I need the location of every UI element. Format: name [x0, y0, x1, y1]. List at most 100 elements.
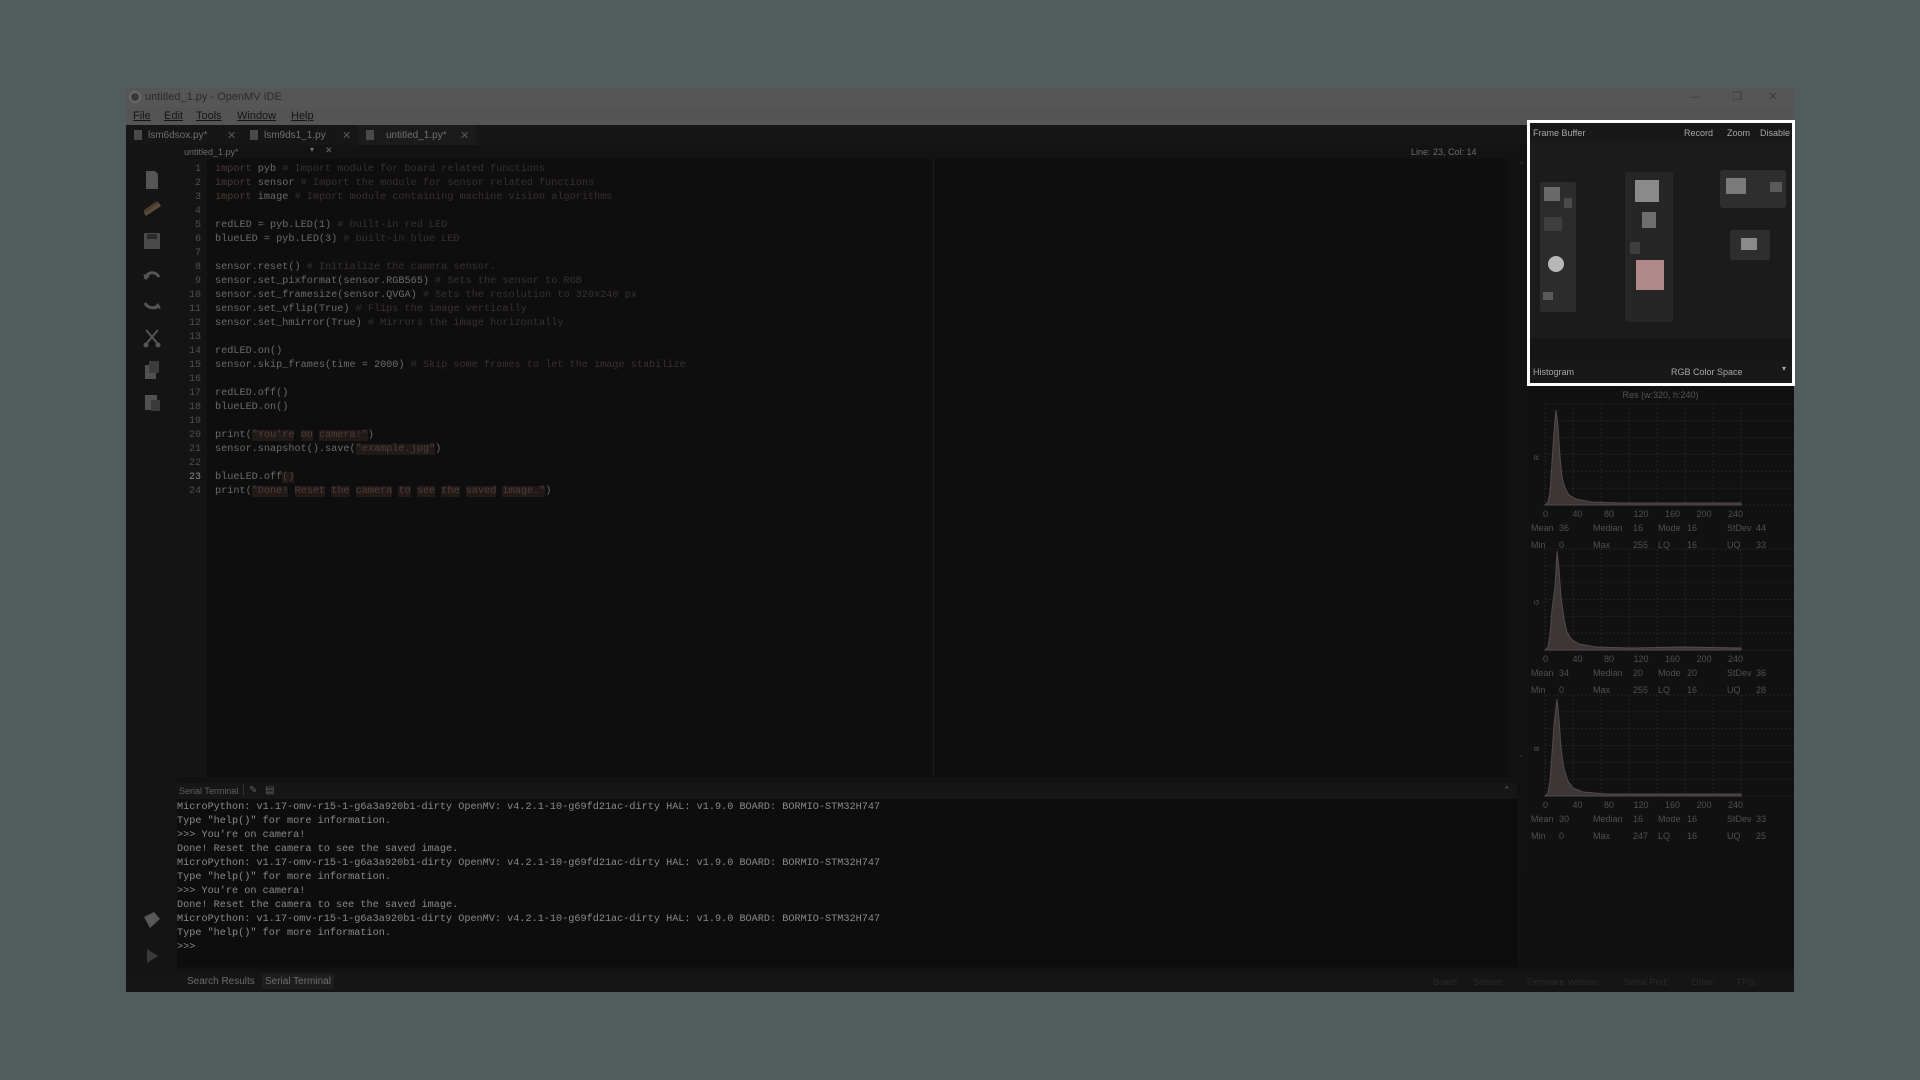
stat-label: Min	[1531, 831, 1546, 841]
code-line: redLED.off()	[215, 387, 288, 401]
stat-label: Mean	[1531, 814, 1554, 824]
cut-icon[interactable]	[142, 327, 162, 349]
line-number: 16	[188, 374, 201, 385]
code-line: redLED = pyb.LED(1) # built-in red LED	[215, 219, 447, 233]
stat-label: Median	[1593, 814, 1623, 824]
stat-label: Mean	[1531, 523, 1554, 533]
frame-buffer-title: Frame Buffer	[1533, 128, 1586, 138]
x-tick-label: 160	[1665, 654, 1681, 664]
save-log-icon[interactable]: ▤	[265, 785, 274, 796]
code-line: redLED.on()	[215, 345, 282, 359]
serial-terminal-tab[interactable]: Serial Terminal	[262, 974, 334, 989]
scroll-up-icon[interactable]: ⌃	[1518, 161, 1525, 170]
code-editor[interactable]: import pyb # Import module for board rel…	[207, 159, 1507, 777]
ide-window: untitled_1.py - OpenMV IDE — ❐ ✕ File Ed…	[126, 88, 1795, 992]
save-icon[interactable]	[142, 230, 162, 252]
x-tick-label: 80	[1604, 509, 1615, 519]
histogram-g: G 0 40 80 120 160 200 240 Mean 34 Median 20 Mode 20 St…	[1531, 547, 1794, 695]
line-number: 19	[188, 416, 201, 427]
code-line: sensor.set_pixformat(sensor.RGB565) # Se…	[215, 275, 582, 289]
open-folder-icon[interactable]	[142, 197, 162, 219]
tab-lsm6dsox[interactable]: lsm6dsox.py* ✕	[126, 125, 242, 145]
code-token: on	[300, 430, 313, 441]
line-number: 15	[188, 360, 201, 371]
x-tick-label: 40	[1572, 800, 1583, 810]
line-number: 8	[194, 262, 201, 273]
tab-lsm9ds1[interactable]: lsm9ds1_1.py ✕	[242, 125, 358, 145]
stat-value: 25	[1756, 831, 1767, 841]
disable-toggle[interactable]: Disable	[1760, 128, 1790, 138]
collapse-terminal-icon[interactable]: ⌃	[1503, 785, 1511, 796]
code-token: # Initialize the camera sensor.	[306, 262, 497, 273]
menu-window[interactable]: Window	[237, 110, 276, 122]
undo-icon[interactable]	[142, 265, 162, 287]
terminal-line: Done! Reset the camera to see the saved …	[177, 900, 459, 911]
line-number: 1	[194, 164, 201, 175]
chevron-down-icon[interactable]: ▾	[1782, 364, 1786, 373]
record-button[interactable]: Record	[1684, 128, 1713, 138]
code-token: image."	[502, 486, 546, 497]
menu-tools[interactable]: Tools	[196, 110, 222, 122]
color-space-select[interactable]: RGB Color Space	[1671, 367, 1743, 377]
stat-label: Median	[1593, 668, 1623, 678]
openmv-logo-icon	[129, 91, 141, 103]
serial-terminal-output[interactable]: MicroPython: v1.17-omv-r15-1-g6a3a920b1-…	[177, 799, 1517, 967]
code-token: blueLED = pyb.LED(3)	[215, 234, 344, 245]
clear-terminal-icon[interactable]: ✎	[249, 785, 257, 796]
tab-label: lsm6dsox.py*	[148, 130, 208, 141]
sensor-status: Sensor:	[1473, 977, 1505, 987]
line-number: 3	[194, 192, 201, 203]
code-token: the	[441, 486, 460, 497]
terminal-line: Type "help()" for more information.	[177, 928, 391, 939]
code-line: print("You're on camera!")	[215, 429, 374, 443]
x-tick-label: 200	[1696, 509, 1712, 519]
code-token: blueLED.off	[215, 472, 283, 483]
code-token: redLED = pyb.LED(1)	[215, 220, 338, 231]
x-tick-label: 120	[1633, 509, 1649, 519]
stat-label: Median	[1593, 523, 1623, 533]
close-tab-icon[interactable]: ✕	[460, 129, 469, 142]
close-document-icon[interactable]: ✕	[325, 145, 333, 156]
new-file-icon[interactable]	[142, 169, 162, 191]
code-token: print(	[215, 430, 252, 441]
copy-icon[interactable]	[142, 359, 162, 381]
minimize-icon[interactable]: —	[1686, 89, 1704, 105]
code-token: saved	[465, 486, 497, 497]
histogram-label: Histogram	[1533, 367, 1575, 377]
menu-help[interactable]: Help	[291, 110, 314, 122]
scroll-down-icon[interactable]: ⌄	[1518, 750, 1525, 759]
line-number: 2	[194, 178, 201, 189]
menu-edit[interactable]: Edit	[164, 110, 183, 122]
connect-icon[interactable]	[142, 909, 162, 931]
code-line: sensor.set_vflip(True) # Flips the image…	[215, 303, 527, 317]
x-tick-label: 80	[1604, 800, 1615, 810]
close-tab-icon[interactable]: ✕	[342, 129, 351, 142]
zoom-toggle[interactable]: Zoom	[1727, 128, 1750, 138]
x-tick-label: 40	[1572, 654, 1583, 664]
code-token: redLED.off()	[215, 388, 289, 399]
run-icon[interactable]	[142, 945, 162, 967]
code-token: # Sets the resolution to 320x240 px	[422, 290, 637, 301]
line-number: 4	[194, 206, 201, 217]
close-tab-icon[interactable]: ✕	[227, 129, 236, 142]
terminal-line: Type "help()" for more information.	[177, 872, 391, 883]
stat-value: 16	[1687, 523, 1698, 533]
stat-value: 44	[1756, 523, 1767, 533]
tab-untitled-1[interactable]: untitled_1.py* ✕	[358, 125, 476, 145]
line-number: 18	[188, 402, 201, 413]
code-token: # built-in blue LED	[343, 234, 460, 245]
close-icon[interactable]: ✕	[1764, 89, 1782, 105]
search-results-tab[interactable]: Search Results	[187, 976, 255, 987]
code-token: "example.jpg"	[355, 444, 436, 455]
histogram-r: R 0 40 80 120 160 200 240 Mean 36 Median 16 Mode 16 St…	[1531, 402, 1794, 550]
maximize-icon[interactable]: ❐	[1728, 89, 1746, 105]
line-number: 12	[188, 318, 201, 329]
stat-value: 20	[1687, 668, 1698, 678]
paste-icon[interactable]	[142, 391, 162, 413]
chevron-down-icon[interactable]: ▾	[310, 145, 314, 154]
code-token: sensor.snapshot().save(	[215, 444, 356, 455]
document-selector[interactable]: untitled_1.py*	[184, 147, 239, 157]
line-number: 17	[188, 388, 201, 399]
redo-icon[interactable]	[142, 295, 162, 317]
menu-file[interactable]: File	[133, 110, 151, 122]
